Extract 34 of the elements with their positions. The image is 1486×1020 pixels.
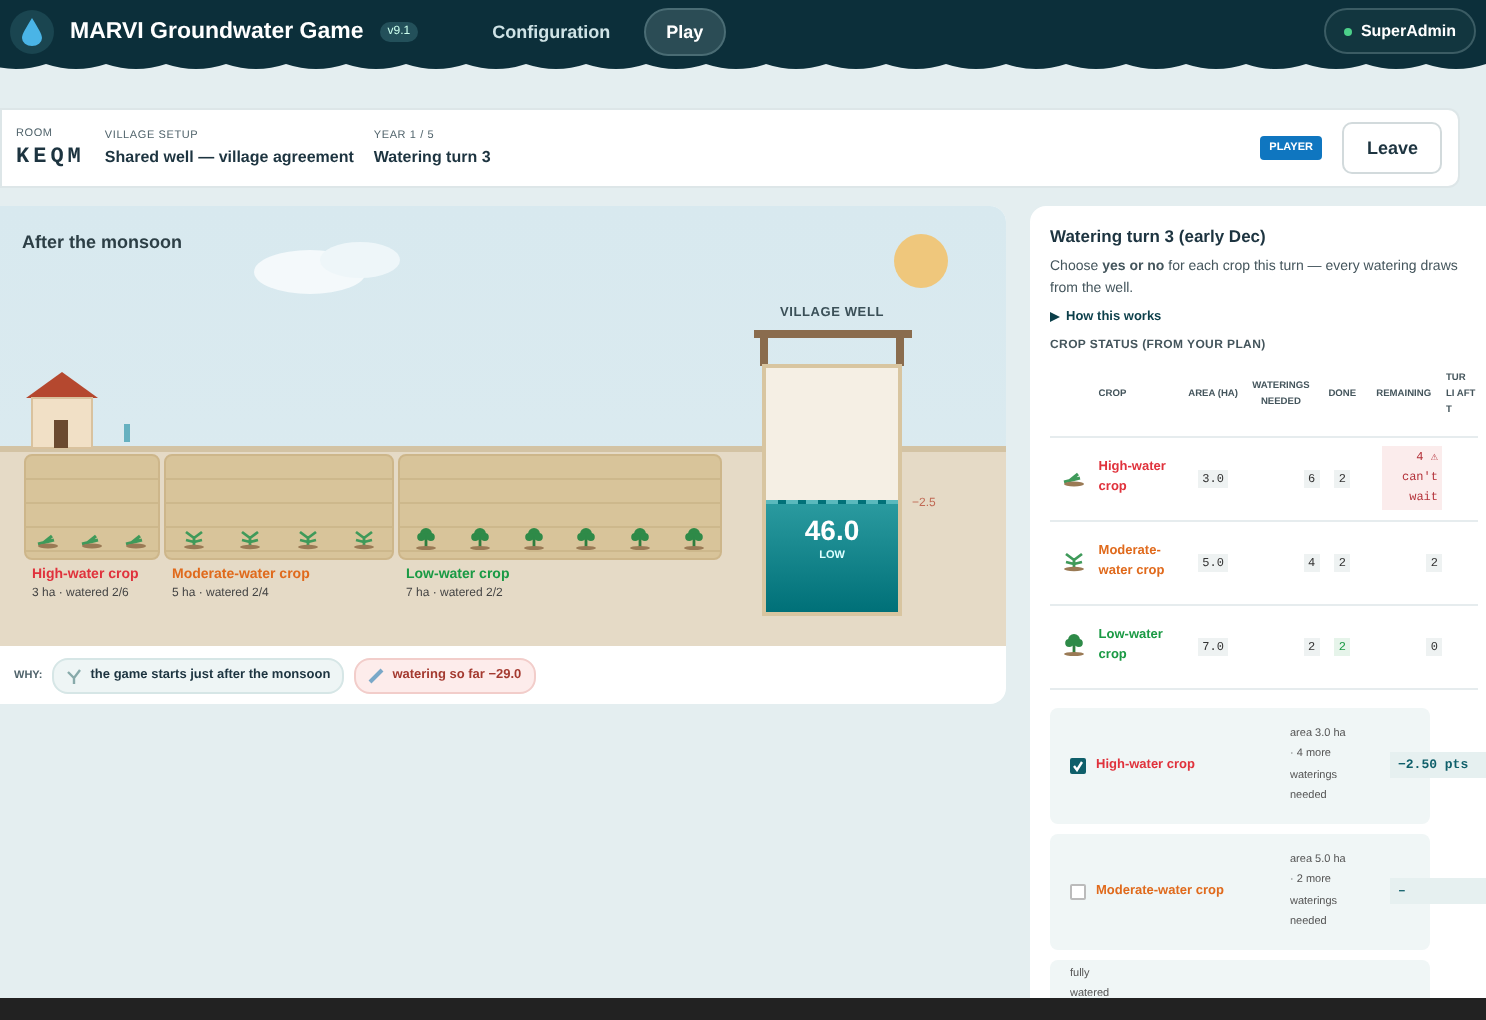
crop-icon (1061, 548, 1086, 573)
panel-title: Watering turn 3 (early Dec) (1050, 226, 1268, 246)
crop-icon (1061, 632, 1086, 657)
plant-icon (574, 526, 599, 550)
water-drop-icon (10, 9, 54, 53)
caret-right-icon (1050, 311, 1060, 322)
leave-button[interactable]: Leave (1342, 122, 1442, 174)
app-title: MARVI Groundwater Game (70, 19, 364, 43)
room-code: KEQM (16, 145, 85, 169)
plant-icon (414, 526, 439, 550)
well-value: 46.0 (804, 513, 860, 546)
house-icon (26, 370, 100, 450)
plant-icon (467, 526, 492, 550)
checkbox[interactable] (1070, 883, 1086, 900)
sun-icon (894, 234, 948, 288)
cloud-icon (254, 242, 402, 294)
status-dot (1344, 27, 1353, 35)
plant-icon (351, 526, 376, 550)
plant-icon (238, 526, 263, 550)
bird-icon (66, 667, 83, 683)
watering-can-icon (368, 667, 385, 683)
field-value: Watering turn 3 (373, 148, 491, 166)
nav-tab[interactable]: Configuration (470, 7, 633, 55)
user-menu[interactable]: SuperAdmin (1324, 8, 1476, 54)
plant-icon (681, 526, 706, 550)
post-icon (124, 424, 130, 442)
scene-title: After the monsoon (22, 232, 182, 252)
plant-icon (521, 526, 546, 550)
plant-icon (182, 526, 207, 550)
field-value: Shared well — village agreement (104, 148, 354, 166)
plant-icon (295, 526, 320, 550)
nav-tab[interactable]: Play (644, 7, 726, 55)
plant-icon (627, 526, 652, 550)
checkbox[interactable] (1070, 757, 1086, 774)
